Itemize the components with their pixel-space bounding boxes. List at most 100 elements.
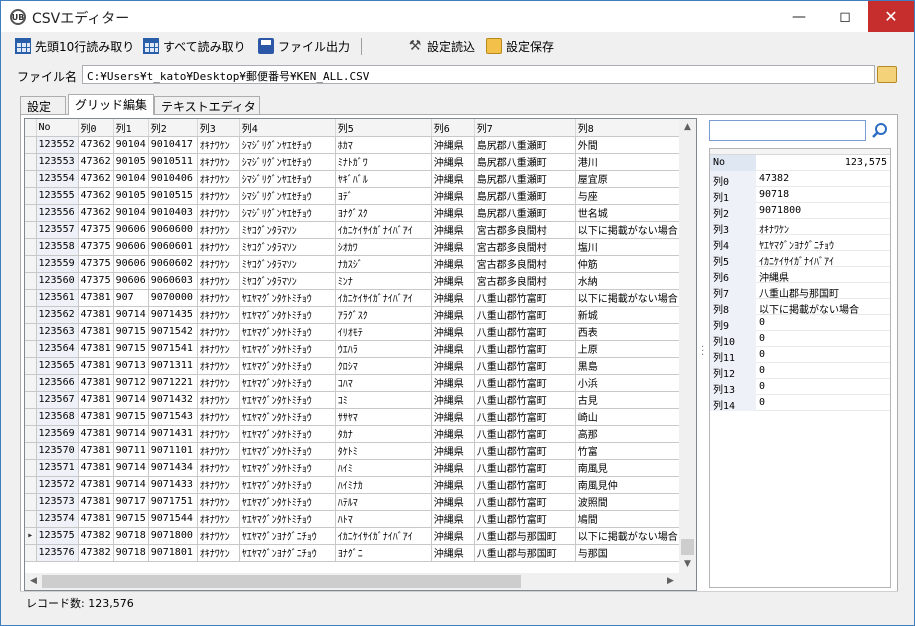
table-cell[interactable]: 47381 xyxy=(78,425,114,443)
table-cell[interactable]: ｵｷﾅﾜｹﾝ xyxy=(197,476,240,494)
read-head-button[interactable]: 先頭10行読み取り xyxy=(15,36,134,56)
table-cell[interactable]: 八重山郡竹富町 xyxy=(474,357,576,375)
table-row[interactable]: 123561 47381 907 9070000 ｵｷﾅﾜｹﾝ ﾔｴﾔﾏｸﾞﾝﾀｹﾄﾐﾁｮ… xyxy=(25,289,686,307)
table-cell[interactable]: 123569 xyxy=(36,425,79,443)
table-row[interactable]: 123553 47362 90105 9010511 ｵｷﾅﾜｹﾝ ｼﾏｼﾞﾘｸﾞﾝﾔｴｾ… xyxy=(25,153,686,171)
table-cell[interactable]: ﾖﾃﾞ xyxy=(335,187,432,205)
table-cell[interactable]: 新城 xyxy=(575,306,686,324)
table-cell[interactable]: ﾔｴﾔﾏｸﾞﾝﾀｹﾄﾐﾁｮｳ xyxy=(239,408,336,426)
table-row[interactable]: 123565 47381 90713 9071311 ｵｷﾅﾜｹﾝ ﾔｴﾔﾏｸﾞﾝﾀｹﾄﾐ… xyxy=(25,357,686,375)
table-cell[interactable]: 古見 xyxy=(575,391,686,409)
table-cell[interactable]: 9071221 xyxy=(148,374,198,392)
detail-value[interactable]: 以下に掲載がない場合 xyxy=(756,299,890,315)
table-cell[interactable]: 9071433 xyxy=(148,476,198,494)
table-cell[interactable]: 沖縄県 xyxy=(431,493,475,511)
table-cell[interactable]: 沖縄県 xyxy=(431,374,475,392)
table-cell[interactable]: ｵｷﾅﾜｹﾝ xyxy=(197,136,240,154)
table-cell[interactable]: ｵｷﾅﾜｹﾝ xyxy=(197,289,240,307)
table-cell[interactable]: ﾊｲﾐﾅｶ xyxy=(335,476,432,494)
table-cell[interactable]: 沖縄県 xyxy=(431,408,475,426)
file-path-input[interactable]: C:¥Users¥t_kato¥Desktop¥郵便番号¥KEN_ALL.CSV xyxy=(82,65,875,84)
table-cell[interactable]: 9060600 xyxy=(148,221,198,239)
table-row[interactable]: 123557 47375 90606 9060600 ｵｷﾅﾜｹﾝ ﾐﾔｺｸﾞﾝﾀﾗﾏｿﾝ… xyxy=(25,221,686,239)
table-cell[interactable]: ﾔｴﾔﾏｸﾞﾝﾀｹﾄﾐﾁｮｳ xyxy=(239,476,336,494)
table-cell[interactable]: ｵｷﾅﾜｹﾝ xyxy=(197,425,240,443)
table-cell[interactable]: 90714 xyxy=(113,476,149,494)
table-row[interactable]: 123564 47381 90715 9071541 ｵｷﾅﾜｹﾝ ﾔｴﾔﾏｸﾞﾝﾀｹﾄﾐ… xyxy=(25,340,686,358)
table-cell[interactable]: 90105 xyxy=(113,153,149,171)
table-cell[interactable]: 90715 xyxy=(113,340,149,358)
table-cell[interactable]: 沖縄県 xyxy=(431,476,475,494)
table-cell[interactable]: 八重山郡竹富町 xyxy=(474,289,576,307)
table-cell[interactable]: 47381 xyxy=(78,391,114,409)
row-header[interactable] xyxy=(25,306,37,324)
column-header[interactable]: 列2 xyxy=(148,119,198,137)
table-cell[interactable]: 90104 xyxy=(113,204,149,222)
table-cell[interactable]: 9071800 xyxy=(148,527,198,545)
table-cell[interactable]: 沖縄県 xyxy=(431,204,475,222)
table-cell[interactable]: 47375 xyxy=(78,238,114,256)
table-row[interactable]: 123572 47381 90714 9071433 ｵｷﾅﾜｹﾝ ﾔｴﾔﾏｸﾞﾝﾀｹﾄﾐ… xyxy=(25,476,686,494)
table-cell[interactable]: 八重山郡竹富町 xyxy=(474,408,576,426)
row-header[interactable] xyxy=(25,425,37,443)
table-cell[interactable]: 沖縄県 xyxy=(431,170,475,188)
table-cell[interactable]: ｵｷﾅﾜｹﾝ xyxy=(197,391,240,409)
detail-value[interactable]: ﾔｴﾔﾏｸﾞﾝﾖﾅｸﾞﾆﾁｮｳ xyxy=(756,235,890,251)
table-cell[interactable]: ﾊｲﾐ xyxy=(335,459,432,477)
detail-value[interactable]: 八重山郡与那国町 xyxy=(756,283,890,299)
table-cell[interactable]: 沖縄県 xyxy=(431,527,475,545)
table-cell[interactable]: 123560 xyxy=(36,272,79,290)
table-cell[interactable]: ｵｷﾅﾜｹﾝ xyxy=(197,153,240,171)
table-cell[interactable]: ﾐﾔｺｸﾞﾝﾀﾗﾏｿﾝ xyxy=(239,221,336,239)
table-cell[interactable]: 9071434 xyxy=(148,459,198,477)
table-cell[interactable]: 沖縄県 xyxy=(431,323,475,341)
row-header[interactable] xyxy=(25,153,37,171)
table-cell[interactable]: ｵｷﾅﾜｹﾝ xyxy=(197,340,240,358)
table-cell[interactable]: 90104 xyxy=(113,136,149,154)
detail-value[interactable]: ｲｶﾆｹｲｻｲｶﾞﾅｲﾊﾞｱｲ xyxy=(756,251,890,267)
table-cell[interactable]: ﾔｴﾔﾏｸﾞﾝﾀｹﾄﾐﾁｮｳ xyxy=(239,306,336,324)
row-header[interactable] xyxy=(25,204,37,222)
table-cell[interactable]: 与座 xyxy=(575,187,686,205)
table-cell[interactable]: 西表 xyxy=(575,323,686,341)
detail-row[interactable]: 列2 9071800 xyxy=(710,203,890,220)
table-cell[interactable]: 沖縄県 xyxy=(431,340,475,358)
table-cell[interactable]: ﾔｴﾔﾏｸﾞﾝﾖﾅｸﾞﾆﾁｮｳ xyxy=(239,527,336,545)
vertical-scrollbar[interactable]: ▲ ▼ xyxy=(679,119,696,573)
table-cell[interactable]: 黒島 xyxy=(575,357,686,375)
table-cell[interactable]: ｵｷﾅﾜｹﾝ xyxy=(197,527,240,545)
search-icon[interactable] xyxy=(871,122,889,140)
table-cell[interactable]: ﾐﾝﾅ xyxy=(335,272,432,290)
table-row[interactable]: 123554 47362 90104 9010406 ｵｷﾅﾜｹﾝ ｼﾏｼﾞﾘｸﾞﾝﾔｴｾ… xyxy=(25,170,686,188)
detail-row[interactable]: 列11 0 xyxy=(710,347,890,364)
table-cell[interactable]: 90606 xyxy=(113,272,149,290)
row-header[interactable] xyxy=(25,136,37,154)
table-cell[interactable]: 123566 xyxy=(36,374,79,392)
table-cell[interactable]: ｼﾏｼﾞﾘｸﾞﾝﾔｴｾﾁｮｳ xyxy=(239,204,336,222)
table-cell[interactable]: ｼﾏｼﾞﾘｸﾞﾝﾔｴｾﾁｮｳ xyxy=(239,136,336,154)
table-row[interactable]: 123571 47381 90714 9071434 ｵｷﾅﾜｹﾝ ﾔｴﾔﾏｸﾞﾝﾀｹﾄﾐ… xyxy=(25,459,686,477)
table-cell[interactable]: 八重山郡竹富町 xyxy=(474,476,576,494)
table-cell[interactable]: ｺﾊﾏ xyxy=(335,374,432,392)
table-cell[interactable]: 沖縄県 xyxy=(431,510,475,528)
table-cell[interactable]: 90714 xyxy=(113,459,149,477)
table-cell[interactable]: 907 xyxy=(113,289,149,307)
column-header[interactable]: 列7 xyxy=(474,119,576,137)
table-cell[interactable]: 123571 xyxy=(36,459,79,477)
detail-row[interactable]: 列1 90718 xyxy=(710,187,890,204)
table-cell[interactable]: ｵｷﾅﾜｹﾝ xyxy=(197,255,240,273)
table-cell[interactable]: 123559 xyxy=(36,255,79,273)
table-cell[interactable]: 47375 xyxy=(78,272,114,290)
table-cell[interactable]: ｻｻﾔﾏ xyxy=(335,408,432,426)
table-cell[interactable]: 沖縄県 xyxy=(431,544,475,562)
title-bar[interactable]: UB CSVエディター — ◻ ✕ xyxy=(1,1,914,32)
table-cell[interactable]: 90105 xyxy=(113,187,149,205)
table-cell[interactable]: 八重山郡竹富町 xyxy=(474,391,576,409)
table-cell[interactable]: 90714 xyxy=(113,425,149,443)
table-cell[interactable]: 沖縄県 xyxy=(431,357,475,375)
table-cell[interactable]: 123565 xyxy=(36,357,79,375)
table-cell[interactable]: 123562 xyxy=(36,306,79,324)
table-cell[interactable]: 9071101 xyxy=(148,442,198,460)
table-cell[interactable]: 9060603 xyxy=(148,272,198,290)
column-header[interactable]: 列6 xyxy=(431,119,475,137)
